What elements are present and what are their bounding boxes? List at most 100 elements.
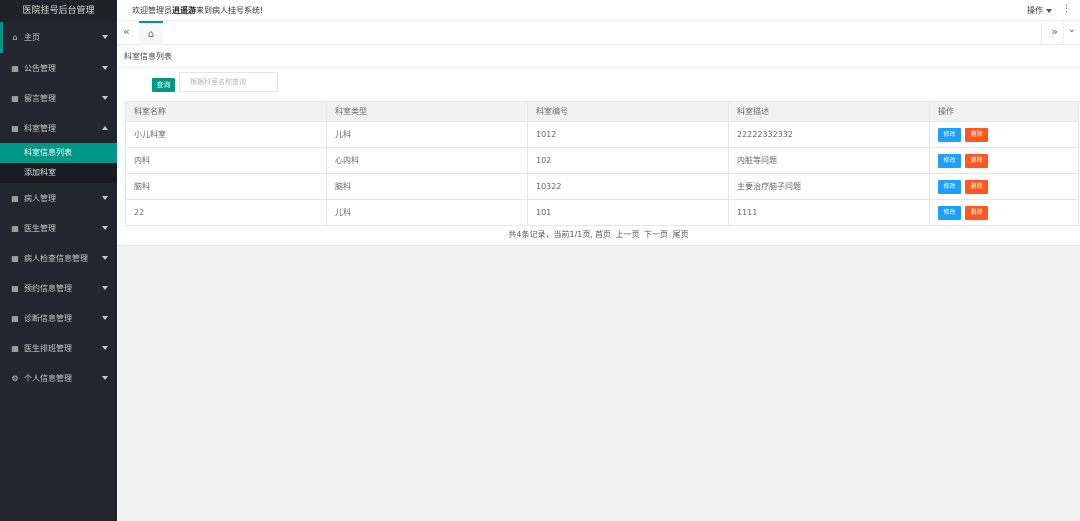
cell-dept-type: 心内科: [326, 147, 528, 174]
sidebar-item-schedules[interactable]: ▦ 医生排班管理: [0, 333, 117, 363]
cell-dept-desc: 22222332332: [728, 121, 930, 148]
edit-button[interactable]: 修改: [938, 205, 961, 220]
search-button[interactable]: 查询: [152, 78, 175, 92]
search-input[interactable]: [179, 72, 278, 92]
calendar-icon: ▦: [11, 63, 19, 73]
delete-button[interactable]: 删除: [965, 153, 988, 168]
chevron-down-icon: [102, 35, 108, 39]
last-page-link[interactable]: 尾页: [673, 230, 689, 239]
calendar-icon: ▦: [11, 123, 19, 133]
edit-button[interactable]: 修改: [938, 153, 961, 168]
more-vertical-icon[interactable]: ⋮: [1062, 4, 1071, 14]
chevron-down-icon: [102, 196, 108, 200]
cell-actions: 修改 删除: [929, 199, 1079, 226]
operations-label: 操作: [1027, 6, 1043, 15]
double-chevron-right-icon[interactable]: »: [1051, 25, 1058, 38]
next-page-link[interactable]: 下一页: [644, 230, 668, 239]
pagination-summary: 共4条记录，当前1/1页,: [508, 230, 593, 239]
sidebar-item-departments[interactable]: ▦ 科室管理: [0, 113, 117, 143]
chevron-down-icon: [102, 346, 108, 350]
calendar-icon: ▦: [11, 343, 19, 353]
calendar-icon: ▦: [11, 193, 19, 203]
sidebar-item-diagnoses[interactable]: ▦ 诊断信息管理: [0, 303, 117, 333]
tab-bar: « ⌂ » ⌄: [117, 21, 1080, 45]
double-chevron-left-icon[interactable]: «: [123, 25, 130, 38]
chevron-down-icon: [102, 256, 108, 260]
sidebar-item-profile[interactable]: ⚙ 个人信息管理: [0, 363, 117, 393]
delete-button[interactable]: 删除: [965, 127, 988, 142]
breadcrumb: 科室信息列表: [124, 52, 172, 61]
tab-home[interactable]: ⌂: [139, 21, 163, 45]
sidebar-item-announcements[interactable]: ▦ 公告管理: [0, 53, 117, 83]
home-icon: ⌂: [12, 33, 18, 42]
column-header: 操作: [929, 101, 1079, 122]
chevron-up-icon: [102, 126, 108, 130]
cell-dept-code: 101: [527, 199, 729, 226]
delete-button[interactable]: 删除: [965, 205, 988, 220]
gear-icon: ⚙: [11, 373, 19, 383]
breadcrumb-divider: [117, 67, 1080, 68]
tabbar-divider: [1041, 21, 1042, 45]
cell-dept-type: 脑科: [326, 173, 528, 200]
cell-dept-desc: 1111: [728, 199, 930, 226]
sidebar-menu: ⌂ 主页 ▦ 公告管理 ▦ 留言管理 ▦ 科室管理 科室信息列表 添加科室 ▦ …: [0, 22, 117, 393]
table-row: 内科 心内科 102 内脏等问题 修改 删除: [125, 147, 1079, 174]
table-row: 小儿科室 儿科 1012 22222332332 修改 删除: [125, 121, 1079, 148]
prev-page-link[interactable]: 上一页: [615, 230, 639, 239]
edit-button[interactable]: 修改: [938, 179, 961, 194]
chevron-down-icon: [102, 376, 108, 380]
chevron-down-icon: [1046, 8, 1052, 13]
edit-button[interactable]: 修改: [938, 127, 961, 142]
table-row: 22 儿科 101 1111 修改 删除: [125, 199, 1079, 226]
cell-dept-code: 102: [527, 147, 729, 174]
sidebar-item-patients[interactable]: ▦ 病人管理: [0, 183, 117, 213]
cell-dept-desc: 内脏等问题: [728, 147, 930, 174]
chevron-down-icon: [102, 226, 108, 230]
tabbar-divider: [1063, 21, 1064, 45]
sidebar-item-patient-exams[interactable]: ▦ 病人检查信息管理: [0, 243, 117, 273]
submenu-item-department-list[interactable]: 科室信息列表: [0, 143, 117, 163]
cell-dept-desc: 主要治疗脑子问题: [728, 173, 930, 200]
cell-actions: 修改 删除: [929, 173, 1079, 200]
chevron-down-icon[interactable]: ⌄: [1068, 24, 1076, 35]
calendar-icon: ▦: [11, 93, 19, 103]
calendar-icon: ▦: [11, 223, 19, 233]
cell-dept-type: 儿科: [326, 121, 528, 148]
welcome-message: 欢迎管理员逍遥游来到病人挂号系统!: [132, 5, 263, 16]
home-icon: ⌂: [147, 28, 155, 40]
pagination: 共4条记录，当前1/1页, 首页 上一页 下一页 尾页: [117, 229, 1080, 240]
sidebar-item-home[interactable]: ⌂ 主页: [0, 22, 117, 53]
cell-dept-name: 22: [125, 199, 327, 226]
submenu-item-add-department[interactable]: 添加科室: [0, 163, 117, 183]
calendar-icon: ▦: [11, 253, 19, 263]
operations-menu[interactable]: 操作: [1027, 5, 1052, 16]
cell-dept-type: 儿科: [326, 199, 528, 226]
app-title: 医院挂号后台管理: [0, 0, 117, 22]
first-page-link[interactable]: 首页: [595, 230, 611, 239]
calendar-icon: ▦: [11, 283, 19, 293]
cell-dept-name: 脑科: [125, 173, 327, 200]
cell-actions: 修改 删除: [929, 147, 1079, 174]
chevron-down-icon: [102, 96, 108, 100]
sidebar-item-appointments[interactable]: ▦ 预约信息管理: [0, 273, 117, 303]
chevron-down-icon: [102, 286, 108, 290]
sidebar-item-doctors[interactable]: ▦ 医生管理: [0, 213, 117, 243]
top-header: 欢迎管理员逍遥游来到病人挂号系统! 操作 ⋮: [117, 0, 1080, 21]
delete-button[interactable]: 删除: [965, 179, 988, 194]
chevron-down-icon: [102, 316, 108, 320]
cell-actions: 修改 删除: [929, 121, 1079, 148]
table-row: 脑科 脑科 10322 主要治疗脑子问题 修改 删除: [125, 173, 1079, 200]
chevron-down-icon: [102, 66, 108, 70]
content-panel: 科室信息列表 查询 科室名称 科室类型 科室编号 科室描述 操作 小儿科室 儿科…: [117, 45, 1080, 246]
column-header: 科室编号: [527, 101, 729, 122]
column-header: 科室类型: [326, 101, 528, 122]
cell-dept-name: 小儿科室: [125, 121, 327, 148]
cell-dept-name: 内科: [125, 147, 327, 174]
welcome-prefix: 欢迎管理员: [132, 6, 172, 15]
welcome-suffix: 来到病人挂号系统!: [196, 6, 264, 15]
sidebar-item-messages[interactable]: ▦ 留言管理: [0, 83, 117, 113]
departments-submenu: 科室信息列表 添加科室: [0, 143, 117, 183]
calendar-icon: ▦: [11, 313, 19, 323]
sidebar: 医院挂号后台管理 ⌂ 主页 ▦ 公告管理 ▦ 留言管理 ▦ 科室管理 科室信息列…: [0, 0, 117, 521]
column-header: 科室名称: [125, 101, 327, 122]
